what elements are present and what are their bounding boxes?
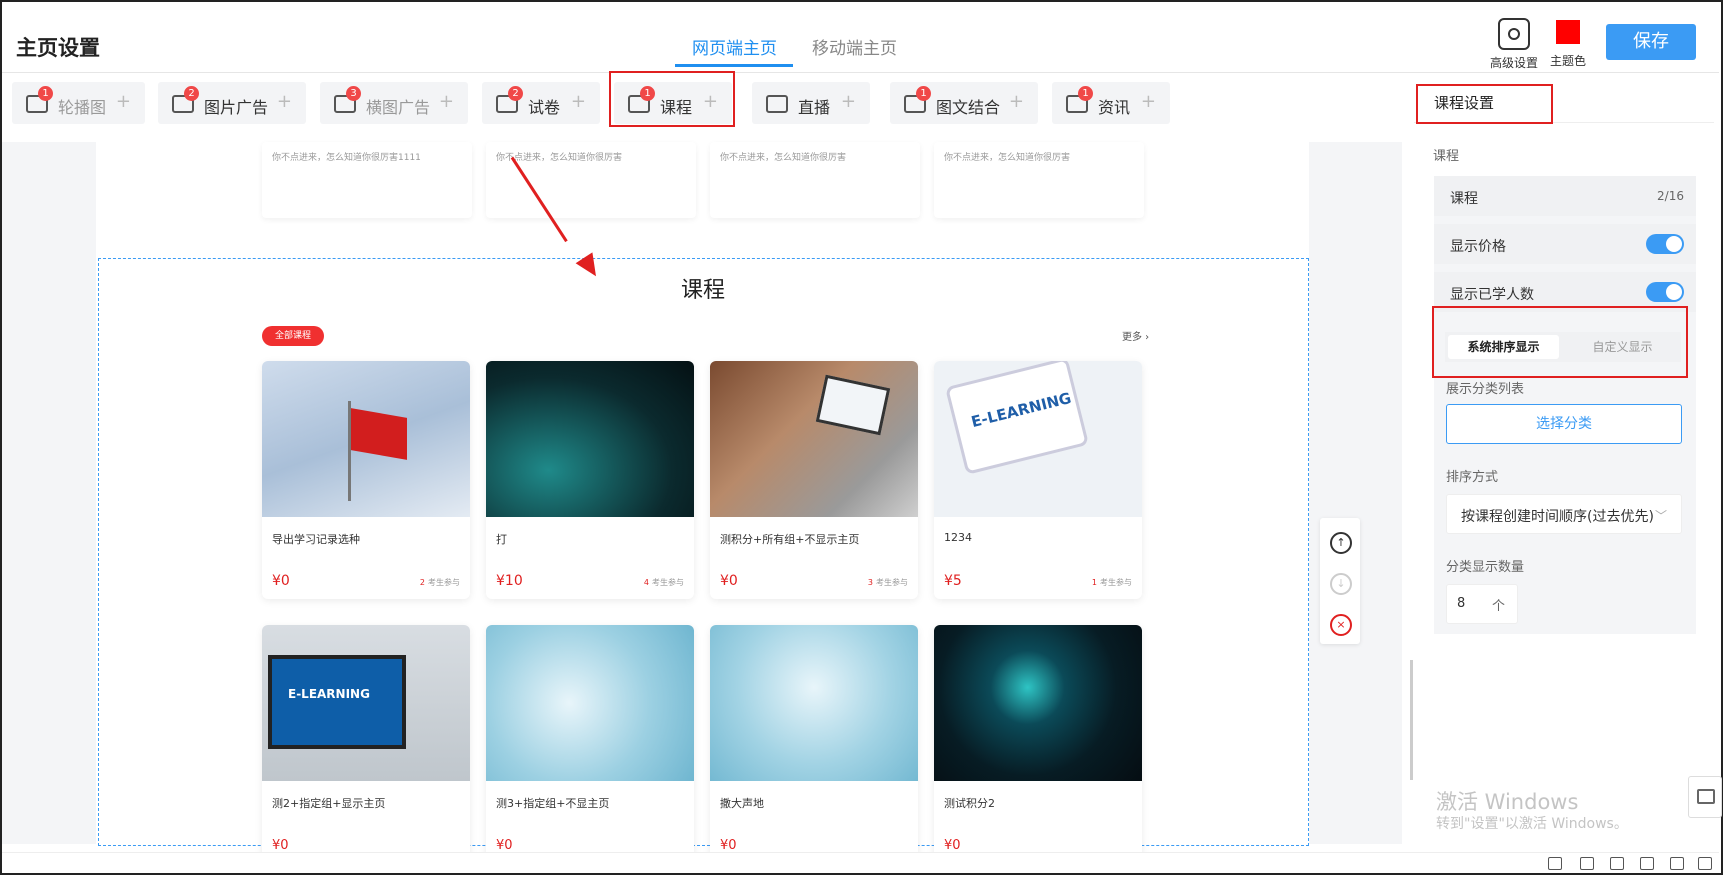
count-badge: 2 (184, 86, 199, 101)
course-card[interactable]: 测3+指定组+不显主页 (486, 625, 694, 863)
more-link[interactable]: 更多 › (1122, 328, 1149, 343)
plus-icon[interactable]: + (116, 91, 131, 112)
plus-icon[interactable]: + (277, 91, 292, 112)
device-icon[interactable] (1610, 857, 1624, 870)
course-image (486, 625, 694, 781)
component-label: 横图广告 (366, 98, 431, 117)
course-count-row[interactable]: 课程 2/16 (1434, 176, 1696, 216)
component-label: 图文结合 (936, 98, 1001, 117)
course-price: ¥0 (496, 838, 513, 853)
plus-icon[interactable]: + (1009, 91, 1024, 112)
tab-web-home[interactable]: 网页端主页 (692, 34, 777, 59)
all-courses-pill[interactable]: 全部课程 (262, 326, 324, 346)
save-button[interactable]: 保存 (1606, 24, 1696, 60)
category-count-label: 分类显示数量 (1446, 560, 1525, 575)
course-image (486, 361, 694, 517)
chevron-down-icon: ﹀ (1654, 509, 1667, 523)
component-label: 轮播图 (58, 98, 107, 117)
count-badge: 1 (916, 86, 931, 101)
delete-icon[interactable]: × (1330, 614, 1352, 636)
course-image (710, 361, 918, 517)
scrollbar[interactable] (1410, 660, 1413, 780)
plus-icon[interactable]: + (439, 91, 454, 112)
count-badge: 3 (346, 86, 361, 101)
highlight-box-course (609, 71, 735, 127)
course-card[interactable]: 打 ¥10 4 考生参与 (486, 361, 694, 599)
sort-select[interactable]: 按课程创建时间顺序(过去优先) ﹀ (1446, 494, 1682, 534)
category-count-input[interactable]: 8 个 (1446, 584, 1518, 624)
course-image: E-LEARNING (262, 625, 470, 781)
tab-mobile-home[interactable]: 移动端主页 (812, 34, 897, 59)
course-image: E-LEARNING (934, 361, 1142, 517)
network-icon[interactable] (1548, 857, 1562, 870)
show-learners-toggle[interactable] (1646, 282, 1684, 302)
course-price: ¥0 (272, 838, 289, 853)
component-label: 资讯 (1098, 98, 1131, 117)
sync-icon[interactable] (1580, 857, 1594, 870)
activation-watermark: 激活 Windows (1436, 790, 1579, 814)
course-card[interactable]: 撒大声地 (710, 625, 918, 863)
theme-color-swatch (1556, 20, 1580, 44)
course-price: ¥0 (720, 838, 737, 853)
count-badge: 1 (1078, 86, 1093, 101)
component-image-text[interactable]: 1 图文结合 + (890, 82, 1038, 124)
course-card[interactable]: 测试积分2 (934, 625, 1142, 863)
component-label: 试卷 (528, 98, 561, 117)
component-exam[interactable]: 2 试卷 + (482, 82, 600, 124)
notification-icon[interactable] (1698, 857, 1712, 870)
component-image-ad[interactable]: 2 图片广告 + (158, 82, 306, 124)
course-image (934, 625, 1142, 781)
show-price-row: 显示价格 (1434, 224, 1696, 264)
course-price: ¥0 (944, 838, 961, 853)
component-label: 图片广告 (204, 98, 269, 117)
tv-icon (766, 95, 788, 113)
show-price-toggle[interactable] (1646, 234, 1684, 254)
category-list-label: 展示分类列表 (1446, 382, 1525, 397)
course-card[interactable]: E-LEARNING 测2+指定组+显示主页 (262, 625, 470, 863)
course-card[interactable]: 测积分+所有组+不显示主页 ¥0 3 考生参与 (710, 361, 918, 599)
settings-section-label: 课程 (1433, 149, 1460, 164)
gear-icon (1498, 18, 1530, 50)
section-title: 课程 (681, 278, 726, 303)
select-category-button[interactable]: 选择分类 (1446, 404, 1682, 444)
component-label: 直播 (798, 98, 831, 117)
plus-icon[interactable]: + (571, 91, 586, 112)
page-title: 主页设置 (16, 36, 100, 60)
course-card[interactable]: E-LEARNING 1234 ¥5 1 考生参与 (934, 361, 1142, 599)
volume-icon[interactable] (1640, 857, 1654, 870)
course-card[interactable]: 导出学习记录选种 ¥0 2 考生参与 (262, 361, 470, 599)
activation-watermark-sub: 转到"设置"以激活 Windows。 (1436, 816, 1628, 832)
prev-section-card[interactable]: 你不点进来，怎么知道你很厉害 (486, 142, 696, 218)
move-up-icon[interactable]: ↑ (1330, 532, 1352, 554)
advanced-settings-label: 高级设置 (1489, 56, 1538, 70)
window-icon[interactable] (1670, 857, 1684, 870)
sort-label: 排序方式 (1446, 470, 1499, 485)
taskbar (2, 852, 1719, 872)
component-news[interactable]: 1 资讯 + (1052, 82, 1170, 124)
theme-color-label: 主题色 (1549, 54, 1586, 68)
count-badge: 2 (508, 86, 523, 101)
prev-section-card[interactable]: 你不点进来，怎么知道你很厉害 (710, 142, 920, 218)
prev-section-card[interactable]: 你不点进来，怎么知道你很厉害1111 (262, 142, 472, 218)
highlight-box-panel-title (1416, 84, 1553, 124)
move-down-icon[interactable]: ↓ (1330, 573, 1352, 595)
plus-icon[interactable]: + (841, 91, 856, 112)
section-controls: ↑ ↓ × (1320, 518, 1360, 644)
component-live[interactable]: 直播 + (752, 82, 870, 124)
chat-icon (1697, 789, 1715, 804)
theme-color-button[interactable]: 主题色 (1546, 20, 1590, 69)
highlight-box-display-mode (1432, 306, 1688, 378)
component-banner-ad[interactable]: 3 横图广告 + (320, 82, 468, 124)
count-badge: 1 (38, 86, 53, 101)
chat-button[interactable] (1688, 776, 1722, 818)
plus-icon[interactable]: + (1141, 91, 1156, 112)
component-carousel[interactable]: 1 轮播图 + (12, 82, 145, 124)
course-image (710, 625, 918, 781)
advanced-settings-button[interactable]: 高级设置 (1486, 18, 1542, 71)
course-image (262, 361, 470, 517)
prev-section-card[interactable]: 你不点进来，怎么知道你很厉害 (934, 142, 1144, 218)
active-tab-indicator (675, 64, 793, 67)
